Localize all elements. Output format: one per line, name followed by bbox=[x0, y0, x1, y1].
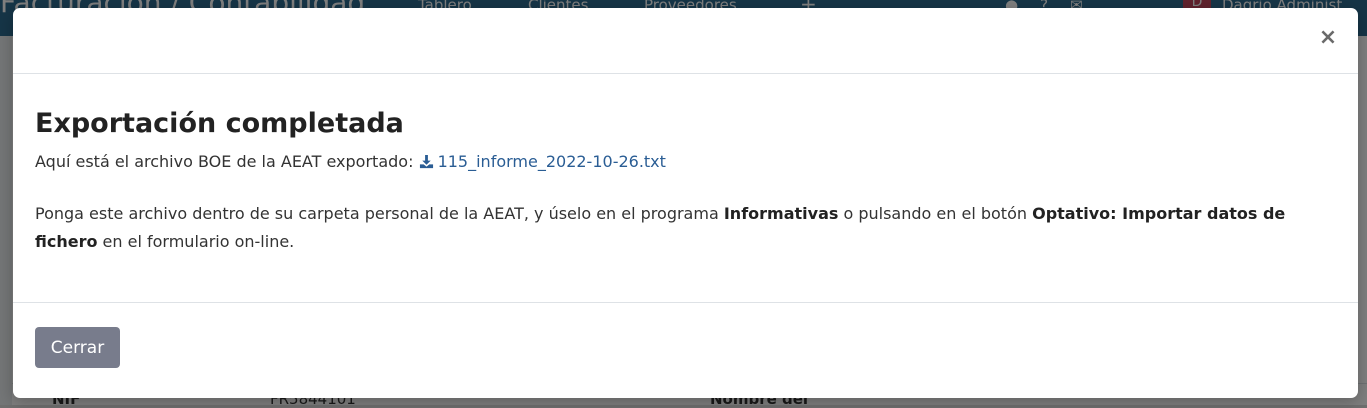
export-text: Aquí está el archivo BOE de la AEAT expo… bbox=[35, 152, 413, 171]
modal-title: Exportación completada bbox=[35, 108, 404, 139]
close-icon[interactable]: × bbox=[1318, 26, 1338, 50]
instructions-part-1: Ponga este archivo dentro de su carpeta … bbox=[35, 204, 724, 223]
export-message: Aquí está el archivo BOE de la AEAT expo… bbox=[35, 152, 666, 171]
download-icon bbox=[419, 154, 434, 169]
file-link-label: 115_informe_2022-10-26.txt bbox=[438, 152, 666, 171]
instructions-part-3: en el formulario on-line. bbox=[97, 232, 294, 251]
modal-footer: Cerrar bbox=[13, 302, 1358, 398]
close-button[interactable]: Cerrar bbox=[35, 327, 120, 368]
download-file-link[interactable]: 115_informe_2022-10-26.txt bbox=[419, 152, 666, 171]
instructions-part-2: o pulsando en el botón bbox=[838, 204, 1032, 223]
instructions-bold-informativas: Informativas bbox=[724, 204, 839, 223]
export-complete-modal: × Exportación completada Aquí está el ar… bbox=[13, 8, 1358, 398]
modal-header: × bbox=[13, 8, 1358, 74]
instructions-text: Ponga este archivo dentro de su carpeta … bbox=[35, 200, 1325, 256]
modal-body: Exportación completada Aquí está el arch… bbox=[13, 74, 1358, 302]
